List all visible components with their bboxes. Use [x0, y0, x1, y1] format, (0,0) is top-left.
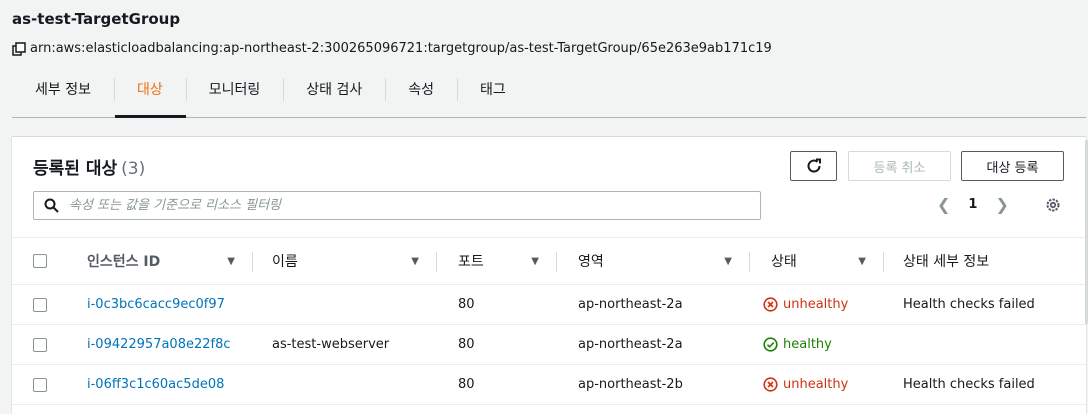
table-row[interactable]: i-06ff3c1c60ac5de08 80 ap-northeast-2b u…: [12, 365, 1086, 405]
col-label: 포트: [458, 254, 484, 270]
instance-id-cell: i-0c3bc6cacc9ec0f97: [87, 297, 253, 312]
zone-cell: ap-northeast-2a: [557, 297, 750, 312]
tab-details[interactable]: 세부 정보: [12, 72, 114, 117]
gear-icon[interactable]: [1044, 196, 1062, 214]
targets-table: 인스턴스 ID ▼ 이름 ▼ 포트 ▼ 영역 ▼ 상태 ▼ 상태 세부 정보 i-0c3b…: [12, 237, 1086, 405]
caret-down-icon: ▼: [724, 255, 732, 267]
row-select-cell: [12, 297, 87, 312]
caret-down-icon: ▼: [411, 255, 419, 267]
refresh-icon: [807, 158, 821, 173]
zone-cell: ap-northeast-2a: [557, 337, 750, 352]
table-row[interactable]: i-09422957a08e22f8c as-test-webserver 80…: [12, 325, 1086, 365]
tab-tags[interactable]: 태그: [457, 72, 529, 117]
current-page[interactable]: 1: [968, 197, 977, 212]
tab-label: 모니터링: [208, 81, 261, 98]
port-cell: 80: [437, 337, 557, 352]
status-text: unhealthy: [783, 297, 849, 312]
status-badge: unhealthy: [763, 377, 848, 392]
table-header: 인스턴스 ID ▼ 이름 ▼ 포트 ▼ 영역 ▼ 상태 ▼ 상태 세부 정보: [12, 237, 1086, 285]
details-text: Health checks failed: [903, 377, 1035, 392]
prev-page-button[interactable]: ❮: [937, 195, 950, 214]
col-port[interactable]: 포트 ▼: [437, 238, 557, 284]
port-cell: 80: [437, 377, 557, 392]
search-box: [33, 191, 761, 220]
next-page-button[interactable]: ❯: [995, 195, 1008, 214]
name-text: as-test-webserver: [272, 337, 390, 352]
zone-text: ap-northeast-2b: [578, 377, 683, 392]
tab-monitoring[interactable]: 모니터링: [185, 72, 284, 117]
status-cell: unhealthy: [750, 297, 884, 312]
panel-title: 등록된 대상 (3): [33, 154, 145, 179]
instance-id-link[interactable]: i-09422957a08e22f8c: [87, 337, 231, 352]
tab-label: 세부 정보: [35, 81, 91, 98]
instance-id-cell: i-09422957a08e22f8c: [87, 337, 253, 352]
tab-label: 대상: [136, 81, 163, 98]
status-cell: healthy: [750, 337, 884, 352]
tab-bar: 세부 정보 대상 모니터링 상태 검사 속성 태그: [12, 72, 1086, 118]
port-text: 80: [458, 297, 475, 312]
details-cell: Health checks failed: [884, 377, 1086, 392]
port-text: 80: [458, 377, 475, 392]
zone-cell: ap-northeast-2b: [557, 377, 750, 392]
search-input[interactable]: [69, 198, 729, 213]
search-icon: [44, 198, 59, 213]
name-cell: as-test-webserver: [253, 337, 437, 352]
instance-id-cell: i-06ff3c1c60ac5de08: [87, 377, 253, 392]
caret-down-icon: ▼: [227, 255, 235, 267]
status-text: healthy: [783, 337, 832, 352]
select-all-checkbox[interactable]: [33, 254, 47, 268]
tab-label: 태그: [480, 81, 506, 98]
tab-health-checks[interactable]: 상태 검사: [283, 72, 385, 117]
col-instance-id[interactable]: 인스턴스 ID ▼: [87, 238, 253, 284]
row-select-cell: [12, 377, 87, 392]
tab-targets[interactable]: 대상: [113, 72, 186, 118]
caret-down-icon: ▼: [531, 255, 539, 267]
port-cell: 80: [437, 297, 557, 312]
page-title: as-test-TargetGroup: [12, 10, 181, 28]
select-all-cell: [12, 238, 87, 284]
panel-title-text: 등록된 대상: [33, 159, 118, 179]
col-label: 상태: [771, 254, 797, 270]
col-label: 상태 세부 정보: [903, 254, 990, 270]
target-count: (3): [121, 159, 146, 179]
copy-icon[interactable]: [12, 41, 26, 56]
check-circle-icon: [763, 337, 778, 352]
deregister-button[interactable]: 등록 취소: [848, 151, 951, 181]
col-name[interactable]: 이름 ▼: [253, 238, 437, 284]
table-row[interactable]: i-0c3bc6cacc9ec0f97 80 ap-northeast-2a u…: [12, 285, 1086, 325]
status-cell: unhealthy: [750, 377, 884, 392]
details-cell: Health checks failed: [884, 297, 1086, 312]
arn-line: arn:aws:elasticloadbalancing:ap-northeas…: [12, 41, 772, 56]
col-status[interactable]: 상태 ▼: [750, 238, 884, 284]
col-label: 인스턴스 ID: [87, 254, 161, 270]
registered-targets-panel: 등록된 대상(3) 등록 취소 대상 등록 ❮ 1 ❯ 인스턴스 ID ▼ 이름 ▼…: [12, 136, 1086, 414]
caret-down-icon: ▼: [858, 255, 866, 267]
row-checkbox[interactable]: [33, 297, 47, 312]
status-badge: healthy: [763, 337, 832, 352]
zone-text: ap-northeast-2a: [578, 297, 683, 312]
instance-id-link[interactable]: i-06ff3c1c60ac5de08: [87, 377, 224, 392]
row-select-cell: [12, 337, 87, 352]
arn-text: arn:aws:elasticloadbalancing:ap-northeas…: [30, 41, 772, 56]
col-zone[interactable]: 영역 ▼: [557, 238, 750, 284]
row-checkbox[interactable]: [33, 377, 47, 392]
row-checkbox[interactable]: [33, 337, 47, 352]
status-text: unhealthy: [783, 377, 849, 392]
x-circle-icon: [763, 377, 778, 392]
details-text: Health checks failed: [903, 297, 1035, 312]
col-label: 영역: [578, 254, 604, 270]
port-text: 80: [458, 337, 475, 352]
zone-text: ap-northeast-2a: [578, 337, 683, 352]
col-status-details[interactable]: 상태 세부 정보: [884, 238, 1086, 284]
instance-id-link[interactable]: i-0c3bc6cacc9ec0f97: [87, 297, 225, 312]
col-label: 이름: [272, 254, 298, 270]
pagination: ❮ 1 ❯: [937, 195, 1009, 214]
tab-attributes[interactable]: 속성: [385, 72, 457, 117]
refresh-button[interactable]: [790, 151, 837, 181]
x-circle-icon: [763, 297, 778, 312]
status-badge: unhealthy: [763, 297, 848, 312]
tab-label: 상태 검사: [306, 81, 363, 98]
register-targets-button[interactable]: 대상 등록: [961, 151, 1064, 181]
tab-label: 속성: [408, 81, 435, 98]
